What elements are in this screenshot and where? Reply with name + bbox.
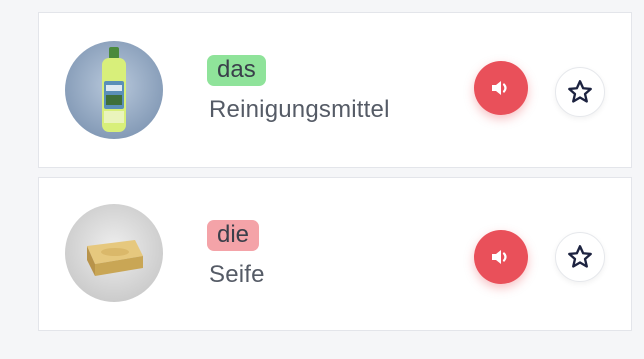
play-audio-button[interactable]: [474, 230, 528, 284]
play-audio-button[interactable]: [474, 61, 528, 115]
vocab-card[interactable]: die Seife: [38, 177, 632, 331]
speaker-icon: [492, 250, 507, 264]
article-badge: das: [207, 55, 266, 86]
vocab-card[interactable]: das Reinigungsmittel: [38, 12, 632, 168]
favorite-button[interactable]: [555, 67, 605, 117]
noun-label: Reinigungsmittel: [209, 96, 390, 123]
article-badge: die: [207, 220, 260, 251]
favorite-button[interactable]: [555, 232, 605, 282]
star-icon: [568, 80, 592, 103]
noun-label: Seife: [209, 261, 265, 288]
speaker-icon: [492, 81, 507, 95]
vocabulary-list: das Reinigungsmittel die Seife: [0, 0, 644, 359]
cleaning-bottle-image: [65, 41, 163, 139]
soap-bar-image: [65, 204, 163, 302]
star-icon: [568, 245, 592, 268]
